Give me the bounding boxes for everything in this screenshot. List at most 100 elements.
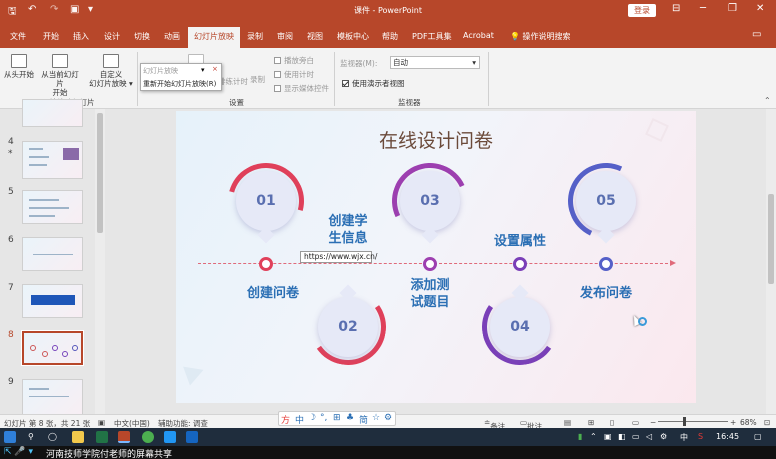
- ime-settings-tray-icon[interactable]: ⚙: [660, 432, 667, 441]
- tab-pdf-tools[interactable]: PDF工具集: [412, 31, 452, 42]
- dropdown-arrow-icon[interactable]: ▾: [201, 66, 205, 74]
- tab-help[interactable]: 帮助: [382, 31, 398, 42]
- use-timing-checkbox[interactable]: 使用计时: [274, 69, 314, 80]
- ime-sogou-icon[interactable]: S: [698, 432, 703, 441]
- ime-keyboard-icon[interactable]: ⊞: [333, 413, 341, 423]
- ime-language-indicator[interactable]: 中: [680, 432, 688, 443]
- ime-halfwidth-icon[interactable]: ☽: [308, 413, 316, 423]
- zoom-slider-knob[interactable]: [683, 417, 686, 426]
- login-button[interactable]: 登录: [628, 4, 656, 17]
- step-01-label[interactable]: 创建问卷: [228, 285, 318, 302]
- step-05-circle[interactable]: 05: [576, 171, 636, 231]
- ime-punct-icon[interactable]: °,: [320, 413, 327, 423]
- step-02-label[interactable]: 创建学 生信息: [310, 213, 386, 247]
- ime-chinese-mode[interactable]: 中: [295, 413, 304, 426]
- slide-sorter-icon[interactable]: ⊞: [588, 418, 594, 427]
- file-explorer-icon[interactable]: [72, 431, 84, 443]
- ime-settings-icon[interactable]: ⚙: [384, 413, 392, 423]
- slide-thumbnail-6[interactable]: [22, 237, 83, 271]
- step-03-circle[interactable]: 03: [400, 171, 460, 231]
- zoom-slider[interactable]: [658, 421, 728, 422]
- dropdown-close-icon[interactable]: ×: [212, 65, 218, 73]
- ribbon-options-icon[interactable]: ⊟: [672, 3, 680, 14]
- tab-view[interactable]: 视图: [307, 31, 323, 42]
- comments-icon[interactable]: ▭: [752, 29, 761, 40]
- custom-slideshow-button[interactable]: 自定义 幻灯片放映 ▾: [88, 54, 134, 88]
- close-button[interactable]: ✕: [756, 3, 764, 14]
- zoom-out-icon[interactable]: −: [650, 418, 656, 427]
- spellcheck-icon[interactable]: ▣: [98, 418, 105, 427]
- tell-me-search[interactable]: 💡 操作说明搜索: [510, 31, 571, 42]
- fit-slide-icon[interactable]: ⊡: [764, 418, 770, 427]
- ime-simplified-icon[interactable]: 简: [359, 413, 368, 426]
- word-icon[interactable]: [186, 431, 198, 443]
- scrollbar-thumb[interactable]: [97, 113, 103, 233]
- ime-toolbar[interactable]: 方 中 ☽ °, ⊞ ♣ 简 ☆ ⚙: [278, 411, 396, 426]
- play-narration-checkbox[interactable]: 播放旁白: [274, 55, 314, 66]
- step-01-circle[interactable]: 01: [236, 171, 296, 231]
- wechat-icon[interactable]: [142, 431, 154, 443]
- comments-button[interactable]: ▭ 批注: [520, 418, 542, 431]
- tab-insert[interactable]: 插入: [73, 31, 89, 42]
- slideshow-dropdown[interactable]: 幻灯片放映 ▾ × 重新开始幻灯片放映(R): [140, 63, 222, 91]
- tab-acrobat[interactable]: Acrobat: [463, 31, 494, 40]
- notes-button[interactable]: ≐ 备注: [484, 418, 505, 431]
- scrollbar-thumb[interactable]: [768, 194, 774, 284]
- tray-expand-icon[interactable]: ⌃: [590, 432, 597, 441]
- reading-view-icon[interactable]: ▯: [610, 418, 614, 427]
- start-icon[interactable]: [4, 431, 16, 443]
- ime-logo-icon[interactable]: 方: [281, 413, 290, 426]
- tab-slideshow[interactable]: 幻灯片放映: [188, 27, 240, 48]
- ime-favorite-icon[interactable]: ☆: [372, 413, 380, 423]
- network-icon[interactable]: ▭: [632, 432, 640, 441]
- task-view-icon[interactable]: ◯: [48, 432, 57, 441]
- collapse-ribbon-icon[interactable]: ⌃: [764, 96, 771, 105]
- presenter-view-checkbox[interactable]: 使用演示者视图: [342, 78, 405, 89]
- slide-thumbnail-4[interactable]: [22, 141, 83, 179]
- normal-view-icon[interactable]: ▤: [564, 418, 571, 427]
- thumbnails-scrollbar[interactable]: [95, 109, 105, 414]
- tab-home[interactable]: 开始: [43, 31, 59, 42]
- tray-app-icon[interactable]: ▣: [604, 432, 612, 441]
- volume-icon[interactable]: ◁: [646, 432, 652, 441]
- battery-icon[interactable]: ▮: [578, 432, 582, 441]
- slide-thumbnail-5[interactable]: [22, 190, 83, 224]
- clock[interactable]: 16:45: [716, 432, 739, 441]
- tab-design[interactable]: 设计: [104, 31, 120, 42]
- slide-thumbnail-9[interactable]: [22, 379, 83, 419]
- step-04-label[interactable]: 设置属性: [476, 233, 564, 250]
- zoom-level[interactable]: 68%: [740, 418, 757, 427]
- minimize-button[interactable]: ─: [700, 3, 706, 14]
- tab-animations[interactable]: 动画: [164, 31, 180, 42]
- slide-thumbnail-7[interactable]: [22, 284, 83, 318]
- step-03-label[interactable]: 添加测 试题目: [392, 277, 468, 311]
- record-button[interactable]: 录制: [250, 74, 265, 85]
- tab-template-center[interactable]: 模板中心: [337, 31, 369, 42]
- canvas-scrollbar[interactable]: [766, 109, 776, 414]
- slide[interactable]: 在线设计问卷 01 创建问卷 02 创建学 生信息 03 添加测 试题目 04 …: [176, 111, 696, 403]
- excel-icon[interactable]: [96, 431, 108, 443]
- restart-slideshow-item[interactable]: 重新开始幻灯片放映(R): [143, 79, 216, 89]
- monitor-select[interactable]: 自动 ▾: [390, 56, 480, 69]
- slideshow-view-icon[interactable]: ▭: [632, 418, 639, 427]
- step-05-label[interactable]: 发布问卷: [564, 285, 648, 302]
- tab-file[interactable]: 文件: [10, 31, 26, 42]
- slide-title[interactable]: 在线设计问卷: [176, 126, 696, 153]
- from-current-button[interactable]: 从当前幻灯片 开始: [38, 54, 82, 97]
- show-controls-checkbox[interactable]: 显示媒体控件: [274, 83, 329, 94]
- from-start-button[interactable]: 从头开始: [4, 54, 34, 79]
- rehearse-timing-button[interactable]: 排练计时: [218, 76, 248, 87]
- screen-share-icon[interactable]: ⇱ 🎤 ▾: [4, 447, 33, 457]
- step-04-circle[interactable]: 04: [490, 297, 550, 357]
- powerpoint-icon[interactable]: [118, 431, 130, 443]
- ime-skin-icon[interactable]: ♣: [346, 413, 354, 423]
- tab-record[interactable]: 录制: [247, 31, 263, 42]
- step-02-circle[interactable]: 02: [318, 297, 378, 357]
- tab-transitions[interactable]: 切换: [134, 31, 150, 42]
- notifications-icon[interactable]: ▢: [754, 432, 762, 441]
- slide-thumbnail-3[interactable]: [22, 99, 83, 127]
- tab-review[interactable]: 审阅: [277, 31, 293, 42]
- zoom-in-icon[interactable]: +: [730, 418, 736, 427]
- restore-button[interactable]: ❐: [728, 3, 737, 14]
- photos-icon[interactable]: [164, 431, 176, 443]
